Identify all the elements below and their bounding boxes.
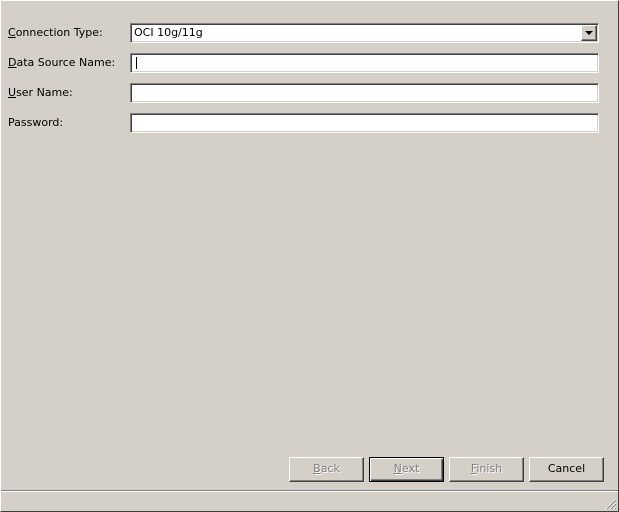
connection-type-row: Connection Type: OCI 10g/11g bbox=[1, 22, 618, 44]
data-source-name-input[interactable] bbox=[130, 53, 599, 73]
back-button[interactable]: Back bbox=[289, 457, 364, 482]
connection-type-select[interactable]: OCI 10g/11g bbox=[130, 23, 599, 43]
connection-type-label: Connection Type: bbox=[8, 26, 103, 39]
user-name-input[interactable] bbox=[130, 83, 599, 103]
next-button[interactable]: Next bbox=[369, 457, 444, 482]
finish-button[interactable]: Finish bbox=[449, 457, 524, 482]
cancel-button[interactable]: Cancel bbox=[529, 457, 604, 482]
user-name-row: User Name: bbox=[1, 82, 618, 104]
password-input[interactable] bbox=[130, 113, 599, 133]
chevron-down-icon[interactable] bbox=[581, 25, 597, 41]
resize-grip-icon[interactable] bbox=[603, 496, 617, 510]
status-bar bbox=[1, 490, 618, 511]
text-cursor bbox=[136, 57, 137, 69]
connection-type-value: OCI 10g/11g bbox=[134, 26, 203, 39]
data-source-name-row: Data Source Name: bbox=[1, 52, 618, 74]
wizard-window: Connection Type: OCI 10g/11g Data Source… bbox=[0, 0, 619, 512]
data-source-name-label: Data Source Name: bbox=[8, 56, 116, 69]
password-label: Password: bbox=[8, 116, 64, 129]
user-name-label: User Name: bbox=[8, 86, 73, 99]
password-row: Password: bbox=[1, 112, 618, 134]
